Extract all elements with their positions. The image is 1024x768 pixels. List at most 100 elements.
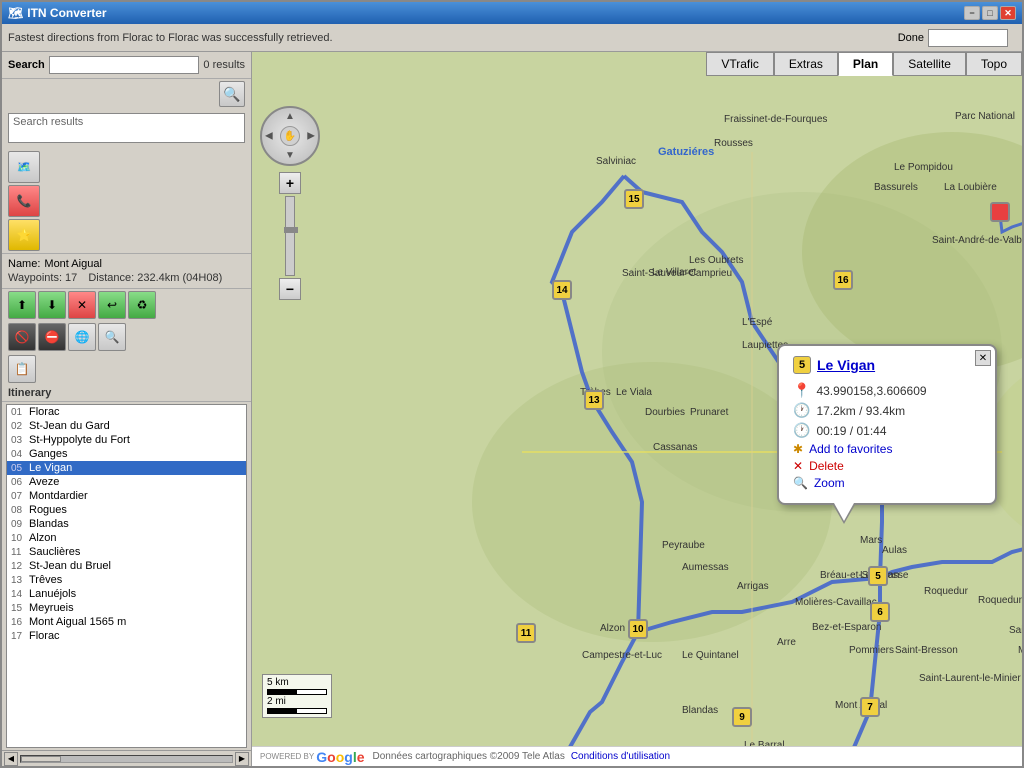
minimize-button[interactable]: − xyxy=(964,6,980,20)
nav-right[interactable]: ▶ xyxy=(307,131,315,142)
zoom-handle[interactable] xyxy=(284,227,298,233)
itinerary-item-09[interactable]: 09Blandas xyxy=(7,517,246,531)
refresh-button[interactable]: ♻ xyxy=(128,291,156,319)
itinerary-item-14[interactable]: 14Lanuéjols xyxy=(7,587,246,601)
app-icon: 🗺 xyxy=(8,6,23,20)
waypoint-16[interactable]: 16 xyxy=(833,270,853,290)
coords-icon: 📍 xyxy=(793,382,810,399)
waypoint-box-5[interactable]: 5 xyxy=(868,566,888,586)
down-button[interactable]: ⬇ xyxy=(38,291,66,319)
nav-up[interactable]: ▲ xyxy=(285,111,295,122)
tab-extras[interactable]: Extras xyxy=(774,52,838,76)
export-button[interactable]: 📋 xyxy=(8,355,36,383)
waypoint-box-11[interactable]: 11 xyxy=(516,623,536,643)
popup-zoom[interactable]: Zoom xyxy=(814,476,845,490)
close-button[interactable]: ✕ xyxy=(1000,6,1016,20)
waypoint-box-7[interactable]: 7 xyxy=(860,697,880,717)
waypoint-10[interactable]: 10 xyxy=(628,619,648,639)
waypoint-5[interactable]: 5 xyxy=(868,566,888,586)
nav-left[interactable]: ◀ xyxy=(265,131,273,142)
waypoint-box-14[interactable]: 14 xyxy=(552,280,572,300)
done-input[interactable] xyxy=(928,29,1008,47)
bottom-scrollbar: ◀ ▶ xyxy=(2,750,251,766)
waypoint-box-9[interactable]: 9 xyxy=(732,707,752,727)
zoom-slider[interactable] xyxy=(285,196,295,276)
itinerary-item-03[interactable]: 03St-Hyppolyte du Fort xyxy=(7,433,246,447)
favorites-star-icon: ✱ xyxy=(793,442,803,456)
search-btn-row: 🔍 xyxy=(2,79,251,109)
conditions-link[interactable]: Conditions d'utilisation xyxy=(571,751,670,762)
app-title: ITN Converter xyxy=(27,6,106,20)
icon-btn-row-1: 🗺️ xyxy=(8,151,245,183)
map-area[interactable]: VTrafic Extras Plan Satellite Topo xyxy=(252,52,1022,766)
nav-ring[interactable]: ▲ ▼ ◀ ▶ ✋ xyxy=(260,106,320,166)
waypoint-box-6[interactable]: 6 xyxy=(870,602,890,622)
waypoint-red[interactable] xyxy=(990,202,1010,222)
zoom-in-button[interactable]: + xyxy=(279,172,301,194)
scroll-left[interactable]: ◀ xyxy=(4,752,18,766)
waypoint-14[interactable]: 14 xyxy=(552,280,572,300)
waypoint-box-15[interactable]: 15 xyxy=(624,189,644,209)
tab-plan[interactable]: Plan xyxy=(838,52,893,76)
waypoint-15[interactable]: 15 xyxy=(624,189,644,209)
waypoint-13[interactable]: 13 xyxy=(584,390,604,410)
nav-center[interactable]: ✋ xyxy=(280,126,300,146)
popup-delete[interactable]: Delete xyxy=(809,459,844,473)
delete-button[interactable]: ✕ xyxy=(68,291,96,319)
tab-vtrafic[interactable]: VTrafic xyxy=(706,52,774,76)
scale-km: 5 km xyxy=(267,677,327,688)
popup-name[interactable]: Le Vigan xyxy=(817,357,875,373)
itinerary-item-05[interactable]: 05Le Vigan xyxy=(7,461,246,475)
popup-add-favorites[interactable]: Add to favorites xyxy=(809,442,892,456)
titlebar: 🗺 ITN Converter − □ ✕ xyxy=(2,2,1022,24)
waypoint-box-10[interactable]: 10 xyxy=(628,619,648,639)
itinerary-item-12[interactable]: 12St-Jean du Bruel xyxy=(7,559,246,573)
waypoint-box-16[interactable]: 16 xyxy=(833,270,853,290)
zoom-out-button[interactable]: − xyxy=(279,278,301,300)
itinerary-item-04[interactable]: 04Ganges xyxy=(7,447,246,461)
prohibit-button[interactable]: 🚫 xyxy=(8,323,36,351)
itinerary-item-01[interactable]: 01Florac xyxy=(7,405,246,419)
favorites-button[interactable]: ⭐ xyxy=(8,219,40,251)
scroll-right[interactable]: ▶ xyxy=(235,752,249,766)
waypoint-box-13[interactable]: 13 xyxy=(584,390,604,410)
itinerary-item-16[interactable]: 16Mont Aigual 1565 m xyxy=(7,615,246,629)
globe-button[interactable]: 🌐 xyxy=(68,323,96,351)
itinerary-item-02[interactable]: 02St-Jean du Gard xyxy=(7,419,246,433)
itinerary-item-11[interactable]: 11Sauclières xyxy=(7,545,246,559)
delete-icon: ✕ xyxy=(793,459,803,473)
waypoint-9[interactable]: 9 xyxy=(732,707,752,727)
google-logo: G xyxy=(316,749,327,765)
waypoint-box-red[interactable] xyxy=(990,202,1010,222)
undo-button[interactable]: ↩ xyxy=(98,291,126,319)
itinerary-item-06[interactable]: 06Aveze xyxy=(7,475,246,489)
search-area: Search 0 results xyxy=(2,52,251,79)
search-button[interactable]: 🔍 xyxy=(219,81,245,107)
zoom-button[interactable]: 🔍 xyxy=(98,323,126,351)
tab-topo[interactable]: Topo xyxy=(966,52,1022,76)
itinerary-list[interactable]: 01Florac02St-Jean du Gard03St-Hyppolyte … xyxy=(6,404,247,748)
itinerary-item-13[interactable]: 13Trêves xyxy=(7,573,246,587)
popup-close-button[interactable]: ✕ xyxy=(975,350,991,366)
waypoint-6[interactable]: 6 xyxy=(870,602,890,622)
waypoint-7[interactable]: 7 xyxy=(860,697,880,717)
phone-button[interactable]: 📞 xyxy=(8,185,40,217)
itinerary-item-10[interactable]: 10Alzon xyxy=(7,531,246,545)
nav-buttons-3: 📋 xyxy=(2,353,251,385)
up-button[interactable]: ⬆ xyxy=(8,291,36,319)
nav-down[interactable]: ▼ xyxy=(285,150,295,161)
waypoint-11[interactable]: 11 xyxy=(516,623,536,643)
maximize-button[interactable]: □ xyxy=(982,6,998,20)
no-entry-button[interactable]: ⛔ xyxy=(38,323,66,351)
zoom-glass-icon: 🔍 xyxy=(793,476,808,490)
itinerary-item-07[interactable]: 07Montdardier xyxy=(7,489,246,503)
scale-bar: 5 km 2 mi xyxy=(262,674,332,718)
itinerary-item-17[interactable]: 17Florac xyxy=(7,629,246,643)
map-button[interactable]: 🗺️ xyxy=(8,151,40,183)
scroll-track[interactable] xyxy=(20,755,233,763)
search-input[interactable] xyxy=(49,56,200,74)
search-label: Search xyxy=(8,59,45,71)
itinerary-item-15[interactable]: 15Meyrueis xyxy=(7,601,246,615)
tab-satellite[interactable]: Satellite xyxy=(893,52,966,76)
itinerary-item-08[interactable]: 08Rogues xyxy=(7,503,246,517)
